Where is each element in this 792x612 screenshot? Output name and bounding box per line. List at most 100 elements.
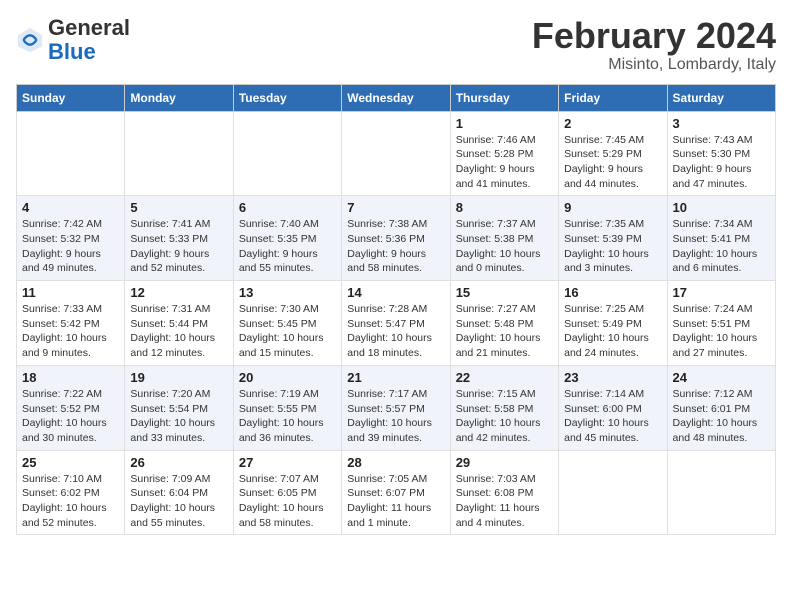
day-number: 8 [456, 200, 553, 215]
col-thursday: Thursday [450, 84, 558, 111]
day-number: 6 [239, 200, 336, 215]
day-number: 23 [564, 370, 661, 385]
calendar-cell: 25 Sunrise: 7:10 AM Sunset: 6:02 PM Dayli… [17, 450, 125, 535]
col-tuesday: Tuesday [233, 84, 341, 111]
calendar-cell: 3Sunrise: 7:43 AM Sunset: 5:30 PM Daylig… [667, 111, 775, 196]
day-info: Sunrise: 7:33 AM Sunset: 5:42 PM Dayligh… [22, 302, 119, 361]
day-number: 1 [456, 116, 553, 131]
day-info: Sunrise: 7:22 AM Sunset: 5:52 PM Dayligh… [22, 387, 119, 446]
day-number: 29 [456, 455, 553, 470]
day-info: Sunrise: 7:37 AM Sunset: 5:38 PM Dayligh… [456, 217, 553, 276]
calendar-cell: 5 Sunrise: 7:41 AM Sunset: 5:33 PM Daylig… [125, 196, 233, 281]
header-row: Sunday Monday Tuesday Wednesday Thursday… [17, 84, 776, 111]
calendar-week-row: 1 Sunrise: 7:46 AM Sunset: 5:28 PM Daylig… [17, 111, 776, 196]
day-number: 2 [564, 116, 661, 131]
calendar-body: 1 Sunrise: 7:46 AM Sunset: 5:28 PM Daylig… [17, 111, 776, 535]
day-info: Sunrise: 7:31 AM Sunset: 5:44 PM Dayligh… [130, 302, 227, 361]
day-info: Sunrise: 7:45 AM Sunset: 5:29 PM Dayligh… [564, 133, 661, 192]
day-info: Sunrise: 7:27 AM Sunset: 5:48 PM Dayligh… [456, 302, 553, 361]
calendar-cell: 14 Sunrise: 7:28 AM Sunset: 5:47 PM Dayli… [342, 281, 450, 366]
calendar-cell [233, 111, 341, 196]
calendar-week-row: 18 Sunrise: 7:22 AM Sunset: 5:52 PM Dayli… [17, 365, 776, 450]
day-number: 11 [22, 285, 119, 300]
day-number: 13 [239, 285, 336, 300]
calendar-cell: 15 Sunrise: 7:27 AM Sunset: 5:48 PM Dayli… [450, 281, 558, 366]
page-title: February 2024 [532, 16, 776, 56]
day-info: Sunrise: 7:30 AM Sunset: 5:45 PM Dayligh… [239, 302, 336, 361]
day-number: 5 [130, 200, 227, 215]
logo-text: General Blue [48, 16, 130, 64]
day-number: 28 [347, 455, 444, 470]
logo-icon [16, 26, 44, 54]
day-info: Sunrise: 7:38 AM Sunset: 5:36 PM Dayligh… [347, 217, 444, 276]
col-monday: Monday [125, 84, 233, 111]
day-number: 19 [130, 370, 227, 385]
day-info: Sunrise: 7:05 AM Sunset: 6:07 PM Dayligh… [347, 472, 444, 531]
calendar-cell: 23Sunrise: 7:14 AM Sunset: 6:00 PM Dayli… [559, 365, 667, 450]
day-info: Sunrise: 7:10 AM Sunset: 6:02 PM Dayligh… [22, 472, 119, 531]
day-number: 14 [347, 285, 444, 300]
day-info: Sunrise: 7:46 AM Sunset: 5:28 PM Dayligh… [456, 133, 553, 192]
day-info: Sunrise: 7:20 AM Sunset: 5:54 PM Dayligh… [130, 387, 227, 446]
col-saturday: Saturday [667, 84, 775, 111]
day-info: Sunrise: 7:12 AM Sunset: 6:01 PM Dayligh… [673, 387, 770, 446]
page-subtitle: Misinto, Lombardy, Italy [532, 56, 776, 74]
day-number: 27 [239, 455, 336, 470]
day-info: Sunrise: 7:03 AM Sunset: 6:08 PM Dayligh… [456, 472, 553, 531]
day-number: 22 [456, 370, 553, 385]
col-sunday: Sunday [17, 84, 125, 111]
day-info: Sunrise: 7:40 AM Sunset: 5:35 PM Dayligh… [239, 217, 336, 276]
calendar-cell: 24 Sunrise: 7:12 AM Sunset: 6:01 PM Dayli… [667, 365, 775, 450]
title-area: February 2024 Misinto, Lombardy, Italy [532, 16, 776, 74]
day-number: 21 [347, 370, 444, 385]
day-info: Sunrise: 7:41 AM Sunset: 5:33 PM Dayligh… [130, 217, 227, 276]
day-number: 24 [673, 370, 770, 385]
calendar-cell [342, 111, 450, 196]
calendar-cell: 19 Sunrise: 7:20 AM Sunset: 5:54 PM Dayli… [125, 365, 233, 450]
day-info: Sunrise: 7:28 AM Sunset: 5:47 PM Dayligh… [347, 302, 444, 361]
calendar-header: Sunday Monday Tuesday Wednesday Thursday… [17, 84, 776, 111]
day-number: 18 [22, 370, 119, 385]
calendar-cell: 8 Sunrise: 7:37 AM Sunset: 5:38 PM Daylig… [450, 196, 558, 281]
calendar-cell: 17Sunrise: 7:24 AM Sunset: 5:51 PM Dayli… [667, 281, 775, 366]
day-number: 15 [456, 285, 553, 300]
calendar-cell: 11 Sunrise: 7:33 AM Sunset: 5:42 PM Dayli… [17, 281, 125, 366]
calendar-cell: 18 Sunrise: 7:22 AM Sunset: 5:52 PM Dayli… [17, 365, 125, 450]
day-info: Sunrise: 7:43 AM Sunset: 5:30 PM Dayligh… [673, 133, 770, 192]
day-number: 25 [22, 455, 119, 470]
day-info: Sunrise: 7:19 AM Sunset: 5:55 PM Dayligh… [239, 387, 336, 446]
day-info: Sunrise: 7:07 AM Sunset: 6:05 PM Dayligh… [239, 472, 336, 531]
calendar-cell: 29 Sunrise: 7:03 AM Sunset: 6:08 PM Dayli… [450, 450, 558, 535]
calendar-cell [667, 450, 775, 535]
calendar-cell [559, 450, 667, 535]
calendar-cell: 9Sunrise: 7:35 AM Sunset: 5:39 PM Daylig… [559, 196, 667, 281]
calendar-cell: 26 Sunrise: 7:09 AM Sunset: 6:04 PM Dayli… [125, 450, 233, 535]
col-wednesday: Wednesday [342, 84, 450, 111]
calendar-week-row: 11 Sunrise: 7:33 AM Sunset: 5:42 PM Dayli… [17, 281, 776, 366]
calendar-cell: 1 Sunrise: 7:46 AM Sunset: 5:28 PM Daylig… [450, 111, 558, 196]
page-header: General Blue February 2024 Misinto, Lomb… [16, 16, 776, 74]
calendar-cell: 13 Sunrise: 7:30 AM Sunset: 5:45 PM Dayli… [233, 281, 341, 366]
day-info: Sunrise: 7:09 AM Sunset: 6:04 PM Dayligh… [130, 472, 227, 531]
day-info: Sunrise: 7:17 AM Sunset: 5:57 PM Dayligh… [347, 387, 444, 446]
calendar-week-row: 4Sunrise: 7:42 AM Sunset: 5:32 PM Daylig… [17, 196, 776, 281]
day-number: 9 [564, 200, 661, 215]
day-number: 16 [564, 285, 661, 300]
calendar-cell: 27 Sunrise: 7:07 AM Sunset: 6:05 PM Dayli… [233, 450, 341, 535]
calendar-cell: 2 Sunrise: 7:45 AM Sunset: 5:29 PM Daylig… [559, 111, 667, 196]
calendar-cell: 22 Sunrise: 7:15 AM Sunset: 5:58 PM Dayli… [450, 365, 558, 450]
day-number: 7 [347, 200, 444, 215]
day-number: 10 [673, 200, 770, 215]
calendar-cell: 28 Sunrise: 7:05 AM Sunset: 6:07 PM Dayli… [342, 450, 450, 535]
day-info: Sunrise: 7:15 AM Sunset: 5:58 PM Dayligh… [456, 387, 553, 446]
calendar-cell: 4Sunrise: 7:42 AM Sunset: 5:32 PM Daylig… [17, 196, 125, 281]
day-number: 26 [130, 455, 227, 470]
day-number: 4 [22, 200, 119, 215]
calendar-cell: 6 Sunrise: 7:40 AM Sunset: 5:35 PM Daylig… [233, 196, 341, 281]
calendar-cell: 16Sunrise: 7:25 AM Sunset: 5:49 PM Dayli… [559, 281, 667, 366]
calendar-cell [125, 111, 233, 196]
day-info: Sunrise: 7:34 AM Sunset: 5:41 PM Dayligh… [673, 217, 770, 276]
calendar-cell: 20Sunrise: 7:19 AM Sunset: 5:55 PM Dayli… [233, 365, 341, 450]
logo: General Blue [16, 16, 130, 64]
day-number: 17 [673, 285, 770, 300]
